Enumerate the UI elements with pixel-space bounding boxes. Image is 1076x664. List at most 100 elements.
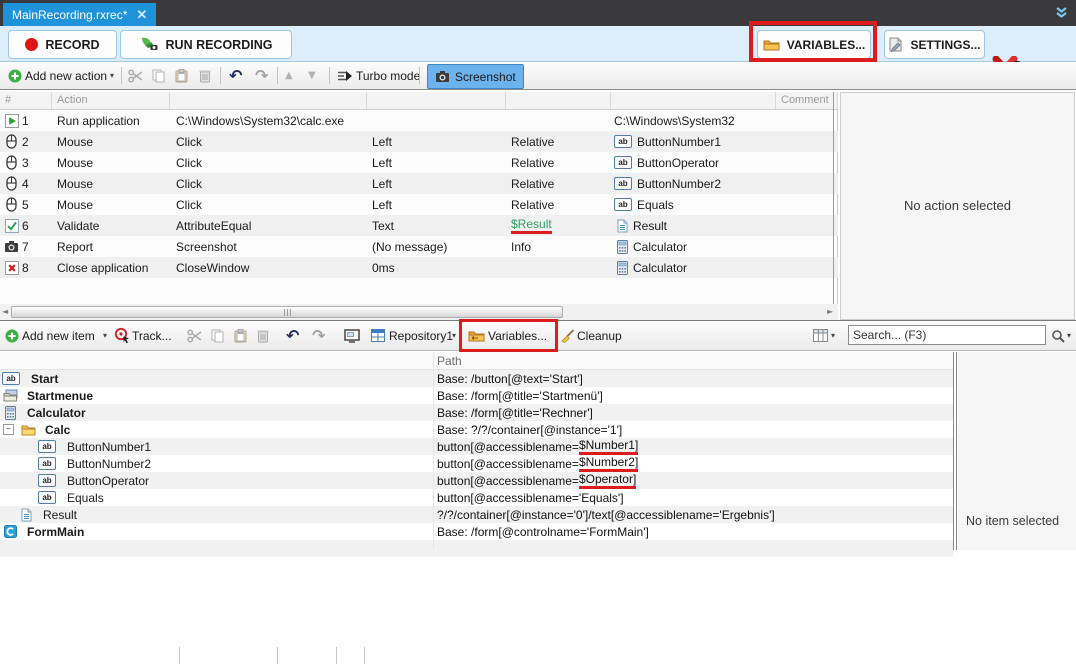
horizontal-scrollbar[interactable]: ◄ ► [0,304,838,320]
settings-button[interactable]: SETTINGS... [884,30,985,59]
chevron-down-icon[interactable]: ▾ [452,321,456,350]
chevron-down-icon[interactable]: ▾ [831,321,835,350]
action-name: Mouse [57,156,93,170]
track-button[interactable]: Track... [132,321,172,350]
tree-expander-icon[interactable]: − [3,424,14,435]
table-row[interactable]: 2MouseClickLeftRelativeabButtonNumber1 [0,131,838,152]
repo-tree-item[interactable]: −CalcBase: ?/?/container[@instance='1'] [0,421,953,438]
collapse-chevron-icon[interactable] [1055,7,1068,18]
repo-tree-item[interactable]: abEqualsbutton[@accessiblename='Equals'] [0,489,953,506]
repo-tree-item[interactable]: abButtonNumber2button[@accessiblename=$N… [0,455,953,472]
scroll-right-icon[interactable]: ► [827,307,833,316]
add-item-plus-icon[interactable] [5,321,19,350]
table-cell: 5 [0,194,52,215]
ab-text-icon: ab [614,177,632,190]
ab-text-icon: ab [2,372,20,385]
copy-icon[interactable] [211,321,224,350]
turbo-mode-icon[interactable] [337,62,353,89]
chevron-down-icon[interactable]: ▾ [110,62,114,89]
paste-icon[interactable] [175,62,188,89]
table-row[interactable]: 8Close applicationCloseWindow0msCalculat… [0,257,838,278]
redo-icon[interactable]: ↷ [312,321,325,350]
target-name: ButtonNumber1 [637,135,721,149]
repository-selector[interactable]: Repository1 [389,321,453,350]
search-input[interactable] [848,325,1046,345]
table-row[interactable]: 1Run applicationC:\Windows\System32\calc… [0,110,838,131]
add-new-action-button[interactable]: Add new action [25,62,107,89]
delete-icon[interactable] [257,321,269,350]
ab-text-icon: ab [614,198,632,211]
run-recording-button[interactable]: RUN RECORDING [120,30,292,59]
cleanup-broom-icon[interactable] [560,321,575,350]
table-row[interactable]: 7ReportScreenshot(No message)InfoCalcula… [0,236,838,257]
scrollbar-thumb[interactable] [11,306,563,318]
tab-main-recording[interactable]: MainRecording.rxrec* ✕ [3,3,156,26]
undo-icon[interactable]: ↶ [286,321,299,350]
turbo-mode-toggle[interactable]: Turbo mode [356,62,420,89]
camera-icon [3,240,20,253]
scroll-left-icon[interactable]: ◄ [2,307,8,316]
chevron-down-icon[interactable]: ▾ [1067,321,1071,350]
table-cell: Info [506,236,611,257]
table-row[interactable]: 5MouseClickLeftRelativeabEquals [0,194,838,215]
repo-tree-item[interactable]: CalculatorBase: /form[@title='Rechner'] [0,404,953,421]
add-action-plus-icon[interactable] [8,62,22,89]
tree-item-cell: −Calc [0,421,70,438]
copy-icon[interactable] [152,62,165,89]
item-path: button[@accessiblename=$Number1] [437,438,638,455]
spy-screen-icon[interactable] [344,321,360,350]
window-tab-bar: MainRecording.rxrec* ✕ [0,0,1076,26]
cut-icon[interactable] [187,321,203,350]
table-cell: Relative [506,194,611,215]
table-cell: Relative [506,173,611,194]
variables-button[interactable]: VARIABLES... [757,30,871,59]
repo-tree-item[interactable]: Result?/?/container[@instance='0']/text[… [0,506,953,523]
table-cell: Mouse [52,194,170,215]
table-cell: AttributeEqual [170,215,367,236]
repo-tree-item[interactable]: abStartBase: /button[@text='Start'] [0,370,953,387]
table-cell: C:\Windows\System32\calc.exe [170,110,367,131]
chevron-down-icon[interactable]: ▾ [103,321,107,350]
table-row[interactable]: 6ValidateAttributeEqualText$ResultResult [0,215,838,236]
variables-folder-icon[interactable] [468,321,485,350]
repo-tree-item[interactable]: StartmenueBase: /form[@title='Startmenü'… [0,387,953,404]
panel-divider [833,92,834,320]
table-cell: 2 [0,131,52,152]
table-cell: Validate [52,215,170,236]
record-button[interactable]: RECORD [8,30,117,59]
repository-grid-icon[interactable] [371,321,385,350]
move-down-icon[interactable]: ▼ [308,62,316,89]
repo-tree-item[interactable]: FormMainBase: /form[@controlname='FormMa… [0,523,953,540]
track-icon[interactable] [114,321,131,350]
row-number: 2 [22,135,29,149]
item-name: ButtonNumber2 [67,457,151,471]
column-header: # [0,92,52,109]
repo-tree-item[interactable]: abButtonNumber1button[@accessiblename=$N… [0,438,953,455]
item-path: Base: /form[@title='Rechner'] [437,404,593,421]
search-icon[interactable] [1051,321,1065,350]
tab-close-icon[interactable]: ✕ [136,7,147,23]
panel-divider [953,352,954,550]
table-row[interactable]: 3MouseClickLeftRelativeabButtonOperator [0,152,838,173]
cleanup-button[interactable]: Cleanup [577,321,622,350]
redo-icon[interactable]: ↷ [255,62,268,89]
record-label: RECORD [45,38,99,52]
repository-header-row: Path [0,352,953,370]
tree-item-cell: Result [0,506,77,523]
action-table-header: #ActionComment [0,92,838,110]
undo-icon[interactable]: ↶ [229,62,242,89]
table-cell: Left [367,173,506,194]
move-up-icon[interactable]: ▲ [285,62,293,89]
item-path: Base: /button[@text='Start'] [437,370,583,387]
delete-icon[interactable] [199,62,211,89]
table-row[interactable]: 4MouseClickLeftRelativeabButtonNumber2 [0,173,838,194]
table-cell [367,110,506,131]
repo-tree-item[interactable]: abButtonOperatorbutton[@accessiblename=$… [0,472,953,489]
columns-icon[interactable] [813,321,828,350]
variables-button-bottom[interactable]: Variables... [488,321,547,350]
add-new-item-button[interactable]: Add new item [22,321,95,350]
paste-icon[interactable] [234,321,247,350]
item-path: button[@accessiblename='Equals'] [437,489,624,506]
screenshot-toggle[interactable]: Screenshot [427,64,524,89]
cut-icon[interactable] [128,62,144,89]
